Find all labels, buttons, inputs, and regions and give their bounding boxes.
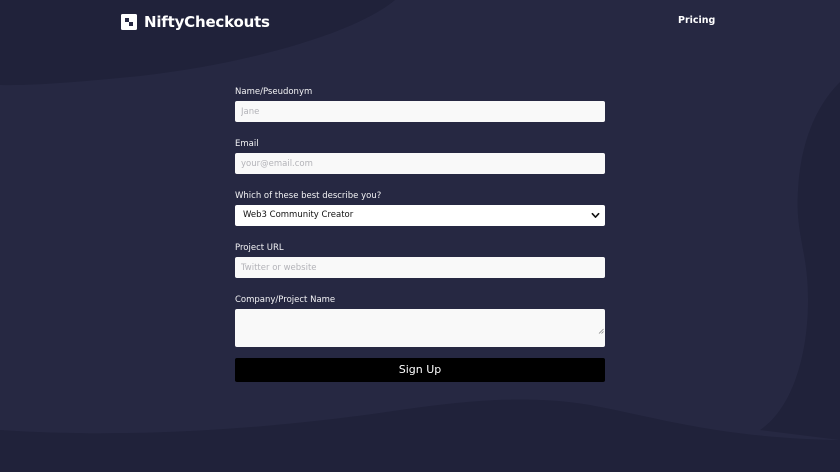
project-url-label: Project URL [235, 243, 284, 253]
brand-name: NiftyCheckouts [144, 13, 270, 31]
name-label: Name/Pseudonym [235, 87, 313, 97]
company-label: Company/Project Name [235, 295, 336, 305]
name-input[interactable] [235, 101, 605, 122]
company-textarea[interactable] [235, 309, 605, 347]
role-select-value: Web3 Community Creator [243, 210, 354, 220]
role-label: Which of these best describe you? [235, 191, 382, 201]
top-nav-bar: NiftyCheckouts Pricing [0, 0, 840, 44]
company-textarea-wrap [235, 309, 605, 347]
email-label: Email [235, 139, 259, 149]
signup-form: Name/Pseudonym Email Which of these best… [235, 86, 605, 382]
chevron-down-icon [591, 212, 600, 218]
sign-up-button[interactable]: Sign Up [235, 358, 605, 382]
brand-logo[interactable]: NiftyCheckouts [121, 12, 270, 32]
project-url-input[interactable] [235, 257, 605, 278]
checker-logo-icon [121, 14, 137, 30]
email-input[interactable] [235, 153, 605, 174]
nav-link-pricing[interactable]: Pricing [678, 14, 715, 28]
role-select[interactable]: Web3 Community Creator [235, 205, 605, 226]
